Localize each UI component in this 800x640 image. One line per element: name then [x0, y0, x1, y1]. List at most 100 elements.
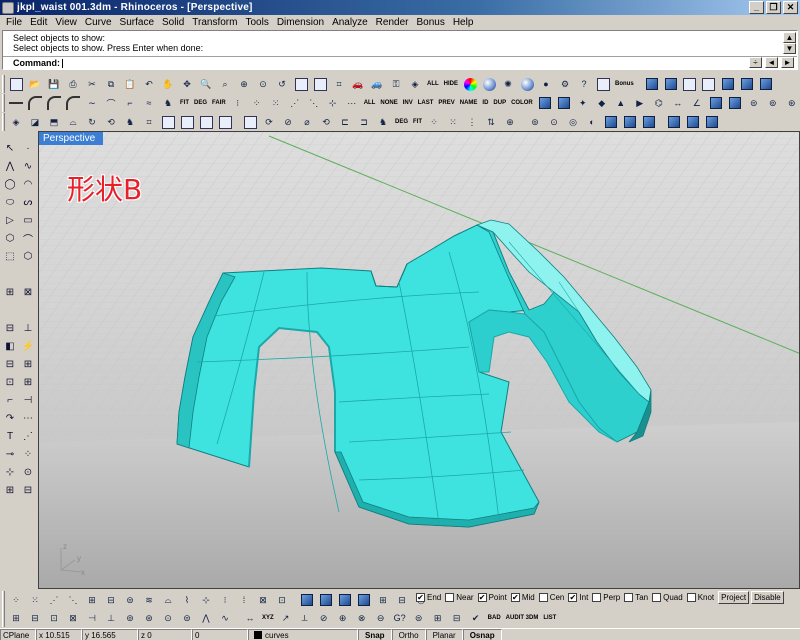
ungroup-icon[interactable]: [757, 75, 775, 93]
cylinder-icon[interactable]: ⊜: [745, 94, 763, 112]
scale-icon[interactable]: ⊡: [2, 374, 18, 390]
osnap-checkbox[interactable]: ✔: [510, 592, 520, 602]
point-icon[interactable]: ·: [20, 140, 36, 156]
select-arrow-icon[interactable]: ↖: [2, 140, 18, 156]
invert-selection-button[interactable]: INV: [401, 94, 415, 112]
points-off-icon[interactable]: ⋱: [305, 94, 323, 112]
object-properties-icon[interactable]: [700, 75, 718, 93]
move-icon[interactable]: ⊟: [2, 356, 18, 372]
rect-icon[interactable]: ▭: [20, 212, 36, 228]
solid-split-icon[interactable]: ◐: [583, 113, 601, 131]
osnap-cen[interactable]: Cen: [538, 592, 564, 602]
zoom-window-icon[interactable]: ⌕: [216, 75, 234, 93]
render-sphere-icon[interactable]: [480, 75, 498, 93]
solid-union-icon[interactable]: ⊚: [526, 113, 544, 131]
select-lights-icon[interactable]: ✦: [574, 94, 592, 112]
boolean-icon[interactable]: ⊠: [20, 284, 36, 300]
osnap-quad[interactable]: Quad: [652, 592, 683, 602]
leader-icon[interactable]: ⊸: [2, 446, 18, 462]
menu-dimension[interactable]: Dimension: [273, 17, 328, 28]
command-right-icon[interactable]: ►: [781, 57, 794, 68]
fair-button[interactable]: FAIR: [210, 94, 228, 112]
audit-3dm-button[interactable]: AUDIT 3DM: [504, 609, 541, 627]
line-icon[interactable]: [7, 94, 25, 112]
insert-knot-icon[interactable]: ⋰: [286, 94, 304, 112]
pan-hand-icon[interactable]: ✋: [159, 75, 177, 93]
fillet-curve-icon[interactable]: [45, 94, 63, 112]
color-wheel-icon[interactable]: [461, 75, 479, 93]
check-curves-icon[interactable]: ⊜: [410, 609, 428, 627]
osnap-near[interactable]: Near: [445, 592, 474, 602]
new-file-icon[interactable]: [7, 75, 25, 93]
osnap-disable-button[interactable]: Disable: [751, 590, 784, 604]
check-obj-icon[interactable]: ⊟: [448, 609, 466, 627]
cube-array-icon[interactable]: [20, 302, 36, 318]
zoom-extents-icon[interactable]: ⊕: [235, 75, 253, 93]
material-icon[interactable]: [518, 75, 536, 93]
status-layer[interactable]: curves: [248, 628, 358, 640]
rectangle-icon[interactable]: ▷: [2, 212, 18, 228]
osnap-checkbox[interactable]: ✔: [477, 592, 487, 602]
zebra-icon[interactable]: ⊛: [783, 94, 800, 112]
select-curves-icon[interactable]: ⋯: [343, 94, 361, 112]
xyz-button[interactable]: XYZ: [260, 609, 276, 627]
surface-fit-button[interactable]: FIT: [411, 113, 424, 131]
toolbar-grip[interactable]: [2, 113, 5, 131]
props-tool-icon[interactable]: ⊟: [20, 482, 36, 498]
patch-icon[interactable]: [159, 113, 177, 131]
cube-tool-icon[interactable]: [2, 302, 18, 318]
blend-surface-icon[interactable]: [197, 113, 215, 131]
network-surface-icon[interactable]: ⌗: [140, 113, 158, 131]
free-curve-icon[interactable]: ᔕ: [20, 194, 36, 210]
select-name-button[interactable]: NAME: [458, 94, 480, 112]
command-spin-icon[interactable]: ÷: [749, 57, 762, 68]
solid-intersection-icon[interactable]: ◎: [564, 113, 582, 131]
polygon-icon[interactable]: ⬡: [2, 230, 18, 246]
status-ortho[interactable]: Ortho: [391, 628, 426, 640]
lightning-icon[interactable]: ⚡: [20, 338, 36, 354]
toolbar-grip[interactable]: [2, 94, 5, 112]
mirror-obj-icon[interactable]: ⊣: [83, 609, 101, 627]
menu-surface[interactable]: Surface: [116, 17, 158, 28]
restore-button[interactable]: ❐: [766, 1, 781, 14]
open-file-icon[interactable]: 📂: [26, 75, 44, 93]
select-annotation-icon[interactable]: ▶: [631, 94, 649, 112]
match-surface-icon[interactable]: ♞: [374, 113, 392, 131]
status-snap[interactable]: Snap: [358, 628, 392, 640]
surface-edge-icon[interactable]: ⬚: [2, 248, 18, 264]
taper-icon[interactable]: ⋀: [197, 609, 215, 627]
print-icon[interactable]: ⎙: [64, 75, 82, 93]
distance-icon[interactable]: ↔: [669, 94, 687, 112]
osnap-int[interactable]: ✔ Int: [568, 592, 588, 602]
rotate-view-icon[interactable]: ✥: [178, 75, 196, 93]
join-icon[interactable]: [241, 113, 259, 131]
text-icon[interactable]: T: [2, 428, 18, 444]
menu-tools[interactable]: Tools: [241, 17, 272, 28]
rotate-obj-icon[interactable]: ⊡: [45, 609, 63, 627]
rebuild-surface-icon[interactable]: ⁘: [425, 113, 443, 131]
cut-icon[interactable]: ✂: [83, 75, 101, 93]
plane-icon[interactable]: [178, 113, 196, 131]
environment-icon[interactable]: ●: [537, 75, 555, 93]
menu-bonus[interactable]: Bonus: [412, 17, 448, 28]
osnap-checkbox[interactable]: ✔: [568, 592, 578, 602]
transform-icon[interactable]: ◧: [2, 338, 18, 354]
text-dim-icon[interactable]: ⊥: [20, 320, 36, 336]
radius-icon[interactable]: ⊘: [315, 609, 333, 627]
zoom-icon[interactable]: 🔍: [197, 75, 215, 93]
check-icon[interactable]: ✔: [467, 609, 485, 627]
mirror-icon[interactable]: ⊣: [20, 392, 36, 408]
minimize-button[interactable]: _: [749, 1, 764, 14]
grid-snap-icon[interactable]: ⌗: [330, 75, 348, 93]
extend-surface-icon[interactable]: ⊐: [355, 113, 373, 131]
fit-curve-button[interactable]: FIT: [178, 94, 191, 112]
copy-obj-icon[interactable]: ⊟: [26, 609, 44, 627]
diagnose-icon[interactable]: ⊖: [372, 609, 390, 627]
solid-box-icon[interactable]: [2, 266, 18, 282]
fillet-icon[interactable]: ⌒: [20, 230, 36, 246]
solid-difference-icon[interactable]: ⊙: [545, 113, 563, 131]
extend-curve-icon[interactable]: ⌒: [102, 94, 120, 112]
layer-off-icon[interactable]: [681, 75, 699, 93]
osnap-knot[interactable]: Knot: [686, 592, 714, 602]
block-icon[interactable]: [719, 75, 737, 93]
